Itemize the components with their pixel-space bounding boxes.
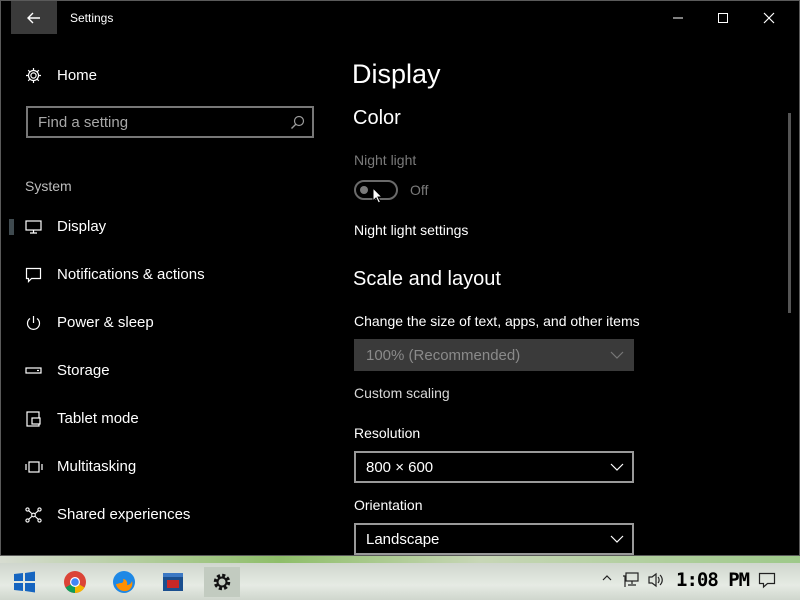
storage-icon: [25, 367, 42, 374]
message-icon: [25, 267, 42, 283]
custom-scaling-link[interactable]: Custom scaling: [354, 385, 450, 401]
orientation-dropdown-value: Landscape: [366, 531, 440, 548]
night-light-label: Night light: [354, 152, 417, 168]
size-label: Change the size of text, apps, and other…: [354, 313, 640, 329]
multitasking-icon: [25, 461, 43, 473]
scale-dropdown-value: 100% (Recommended): [366, 347, 521, 364]
search-icon[interactable]: [290, 115, 305, 130]
section-label: System: [25, 178, 72, 194]
app-icon: [163, 573, 183, 591]
sidebar-item-storage[interactable]: Storage: [1, 351, 331, 391]
volume-icon[interactable]: [647, 572, 665, 588]
title-bar: Settings: [1, 1, 799, 35]
search-input[interactable]: [38, 108, 278, 136]
resolution-dropdown-value: 800 × 600: [366, 459, 434, 476]
scale-layout-heading: Scale and layout: [353, 268, 501, 290]
taskbar-chrome[interactable]: [60, 567, 90, 597]
taskbar-clock[interactable]: 1:08 PM: [676, 569, 750, 591]
close-icon: [763, 12, 775, 23]
sidebar-item-label: Display: [57, 218, 107, 235]
taskbar: 1:08 PM: [0, 563, 800, 600]
back-button[interactable]: [11, 1, 57, 34]
back-arrow-icon: [27, 12, 40, 23]
home-link[interactable]: Home: [25, 65, 97, 85]
mouse-cursor-icon: [372, 187, 383, 204]
power-icon: [26, 316, 41, 330]
taskbar-app[interactable]: [158, 567, 188, 597]
search-box[interactable]: [26, 106, 314, 138]
chevron-down-icon: [610, 535, 624, 543]
sidebar-item-label: Storage: [57, 362, 110, 379]
color-heading: Color: [353, 107, 401, 129]
sidebar-item-label: Shared experiences: [57, 506, 191, 523]
sidebar-item-label: Notifications & actions: [57, 266, 205, 283]
taskbar-firefox[interactable]: [109, 567, 139, 597]
sidebar-item-shared-experiences[interactable]: Shared experiences: [1, 495, 331, 535]
chevron-down-icon: [610, 351, 624, 359]
orientation-label: Orientation: [354, 497, 423, 513]
home-label: Home: [57, 66, 98, 84]
minimize-icon: [673, 17, 683, 18]
tablet-icon: [26, 411, 41, 427]
maximize-button[interactable]: [700, 1, 746, 34]
gear-icon: [26, 67, 41, 83]
monitor-icon: [25, 220, 42, 234]
sidebar-item-label: Power & sleep: [57, 314, 154, 331]
resolution-dropdown[interactable]: 800 × 600: [354, 451, 634, 483]
chevron-up-icon[interactable]: [602, 573, 612, 583]
settings-window: Settings Home System Disp: [0, 0, 800, 556]
minimize-button[interactable]: [655, 1, 701, 34]
maximize-icon: [718, 12, 728, 23]
taskbar-settings[interactable]: [204, 567, 240, 597]
sidebar-item-tablet-mode[interactable]: Tablet mode: [1, 399, 331, 439]
toggle-knob: [360, 186, 368, 194]
resolution-label: Resolution: [354, 425, 421, 441]
start-button[interactable]: [9, 567, 39, 597]
sidebar-item-label: Tablet mode: [57, 410, 139, 427]
sidebar-item-label: Multitasking: [57, 458, 137, 475]
toggle-state-label: Off: [410, 182, 429, 198]
chevron-down-icon: [610, 463, 624, 471]
close-button[interactable]: [746, 1, 792, 34]
shared-icon: [25, 507, 42, 523]
action-center-icon[interactable]: [758, 572, 776, 589]
scale-dropdown[interactable]: 100% (Recommended): [354, 339, 634, 371]
selection-indicator: [9, 219, 14, 235]
start-icon: [14, 571, 35, 593]
sidebar-item-multitasking[interactable]: Multitasking: [1, 447, 331, 487]
sidebar-item-power[interactable]: Power & sleep: [1, 303, 331, 343]
night-light-settings-link[interactable]: Night light settings: [354, 222, 468, 238]
chrome-icon: [64, 571, 86, 593]
page-title: Display: [352, 59, 441, 89]
window-title: Settings: [70, 11, 114, 25]
network-icon[interactable]: [622, 572, 640, 588]
firefox-icon: [113, 571, 135, 593]
sidebar-item-display[interactable]: Display: [1, 207, 331, 247]
sidebar-item-notifications[interactable]: Notifications & actions: [1, 255, 331, 295]
orientation-dropdown[interactable]: Landscape: [354, 523, 634, 555]
scrollbar-thumb[interactable]: [788, 113, 791, 313]
settings-icon: [213, 573, 231, 591]
